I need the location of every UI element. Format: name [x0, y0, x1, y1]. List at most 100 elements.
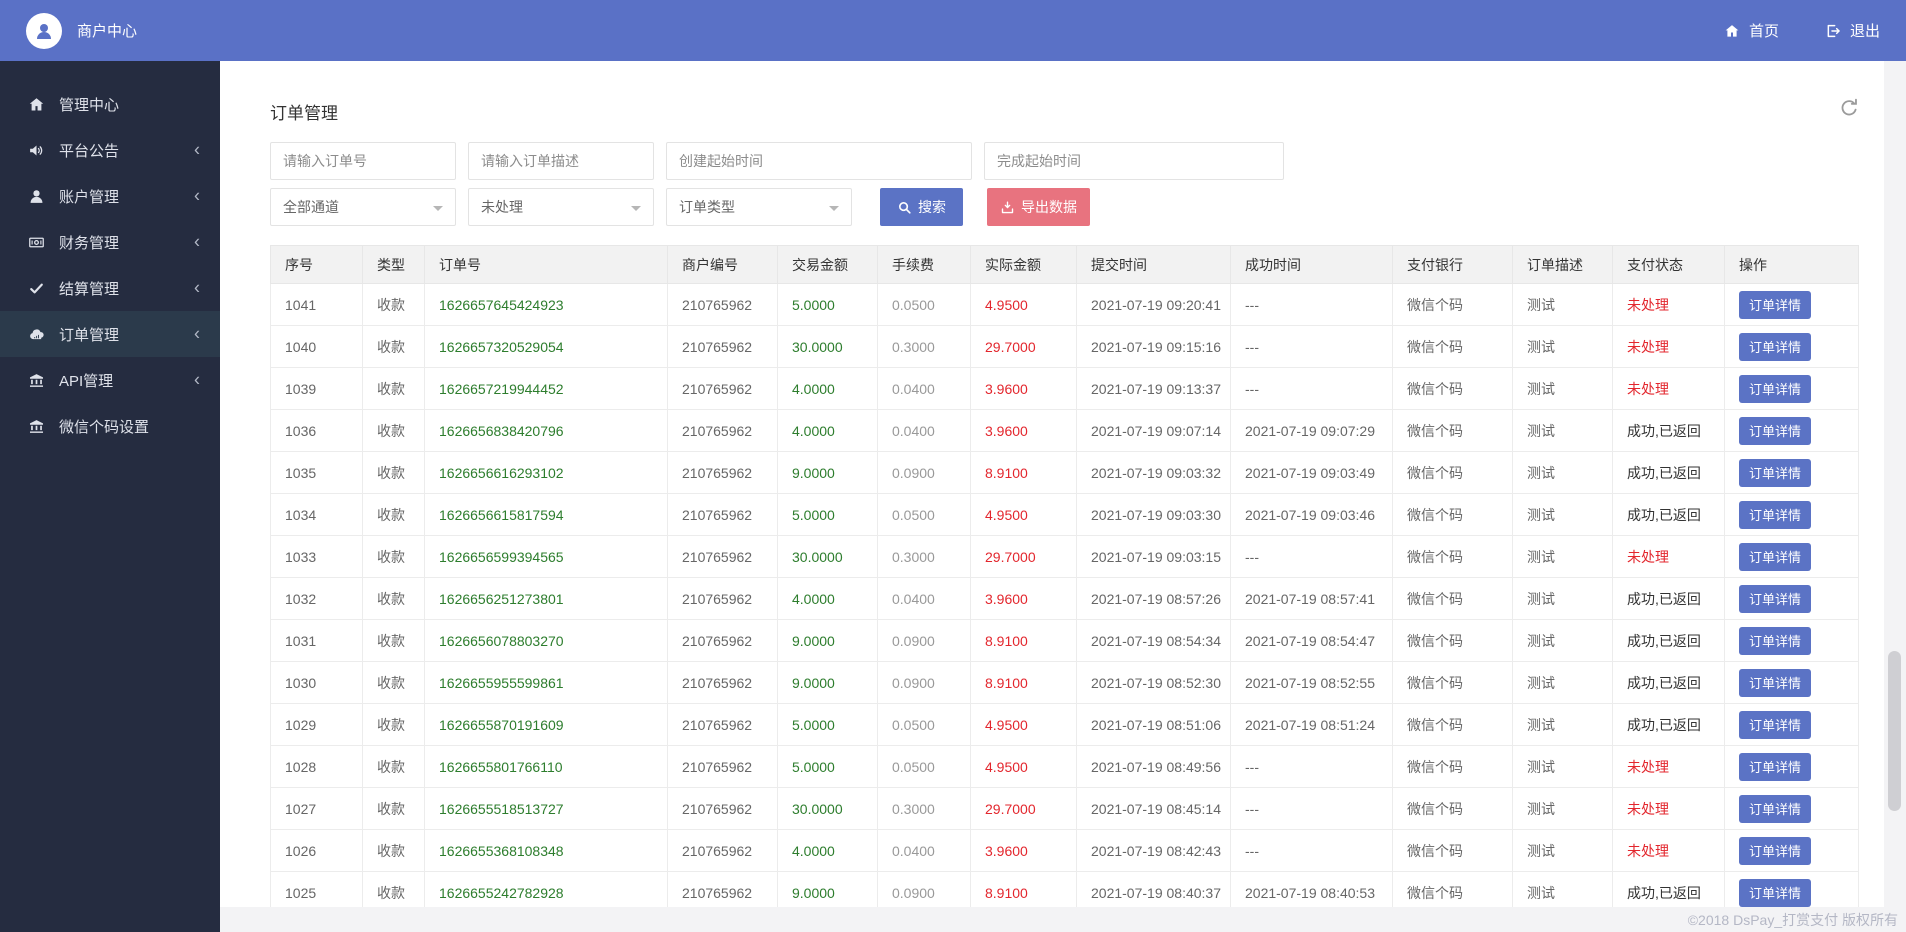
order-detail-button[interactable]: 订单详情: [1739, 290, 1811, 319]
export-data-button[interactable]: 导出数据: [987, 188, 1090, 226]
brand: 商户中心: [26, 12, 137, 49]
cell-order-no: 1626655368108348: [424, 829, 668, 872]
search-button-label: 搜索: [918, 199, 946, 215]
sidebar-item-admin-center[interactable]: 管理中心: [0, 81, 220, 127]
cell-index: 1027: [270, 787, 363, 830]
table-row: 1041 收款 1626657645424923 210765962 5.000…: [270, 283, 1859, 326]
cell-desc: 测试: [1512, 493, 1613, 536]
sidebar-item-settlement-management[interactable]: 结算管理 ‹: [0, 265, 220, 311]
order-type-select[interactable]: 订单类型: [666, 188, 852, 226]
create-time-input[interactable]: [666, 142, 972, 180]
order-detail-button[interactable]: 订单详情: [1739, 542, 1811, 571]
scrollbar-thumb[interactable]: [1888, 651, 1901, 811]
cell-status: 未处理: [1612, 829, 1725, 872]
cell-fee: 0.0400: [877, 577, 971, 620]
order-detail-button[interactable]: 订单详情: [1739, 836, 1811, 865]
cell-amount: 30.0000: [777, 325, 878, 368]
order-detail-button[interactable]: 订单详情: [1739, 794, 1811, 823]
status-select[interactable]: 未处理: [468, 188, 654, 226]
order-detail-button[interactable]: 订单详情: [1739, 416, 1811, 445]
sidebar-item-order-management[interactable]: 订单管理 ‹: [0, 311, 220, 357]
column-header: 实际金额: [970, 245, 1077, 284]
cell-status: 未处理: [1612, 367, 1725, 410]
cell-index: 1033: [270, 535, 363, 578]
cell-merchant-id: 210765962: [667, 283, 778, 326]
cell-success-time: ---: [1230, 535, 1393, 578]
cell-amount: 5.0000: [777, 493, 878, 536]
cell-index: 1040: [270, 325, 363, 368]
export-icon: [1000, 200, 1015, 215]
cell-bank: 微信个码: [1392, 703, 1513, 746]
cell-actual-amount: 8.9100: [970, 451, 1077, 494]
nav-home[interactable]: 首页: [1724, 20, 1779, 41]
cell-bank: 微信个码: [1392, 787, 1513, 830]
cell-order-no: 1626655870191609: [424, 703, 668, 746]
order-detail-button[interactable]: 订单详情: [1739, 626, 1811, 655]
cell-type: 收款: [362, 703, 425, 746]
nav-logout[interactable]: 退出: [1825, 20, 1880, 41]
cell-status: 成功,已返回: [1612, 703, 1725, 746]
order-detail-button[interactable]: 订单详情: [1739, 332, 1811, 361]
table-row: 1034 收款 1626656615817594 210765962 5.000…: [270, 493, 1859, 536]
sidebar-item-label: 微信个码设置: [59, 418, 150, 436]
cell-submit-time: 2021-07-19 09:03:15: [1076, 535, 1231, 578]
table-row: 1026 收款 1626655368108348 210765962 4.000…: [270, 829, 1859, 872]
finish-time-input[interactable]: [984, 142, 1284, 180]
cell-bank: 微信个码: [1392, 409, 1513, 452]
cell-amount: 9.0000: [777, 451, 878, 494]
cell-action: 订单详情: [1724, 829, 1859, 872]
order-detail-button[interactable]: 订单详情: [1739, 374, 1811, 403]
table-row: 1033 收款 1626656599394565 210765962 30.00…: [270, 535, 1859, 578]
search-icon: [897, 200, 912, 215]
cell-submit-time: 2021-07-19 09:13:37: [1076, 367, 1231, 410]
order-detail-button[interactable]: 订单详情: [1739, 458, 1811, 487]
cell-actual-amount: 4.9500: [970, 703, 1077, 746]
cell-type: 收款: [362, 787, 425, 830]
cell-desc: 测试: [1512, 367, 1613, 410]
table-row: 1040 收款 1626657320529054 210765962 30.00…: [270, 325, 1859, 368]
order-detail-button[interactable]: 订单详情: [1739, 500, 1811, 529]
refresh-icon[interactable]: [1838, 97, 1860, 119]
sidebar-item-api-management[interactable]: API管理 ‹: [0, 357, 220, 403]
order-detail-button[interactable]: 订单详情: [1739, 878, 1811, 907]
order-detail-button[interactable]: 订单详情: [1739, 584, 1811, 613]
sidebar-item-wechat-code-settings[interactable]: 微信个码设置: [0, 403, 220, 449]
cell-success-time: 2021-07-19 08:54:47: [1230, 619, 1393, 662]
cell-bank: 微信个码: [1392, 577, 1513, 620]
channel-select[interactable]: 全部通道: [270, 188, 456, 226]
sidebar-item-label: 结算管理: [59, 280, 120, 298]
order-detail-button[interactable]: 订单详情: [1739, 752, 1811, 781]
cell-actual-amount: 3.9600: [970, 367, 1077, 410]
order-no-input[interactable]: [270, 142, 456, 180]
order-detail-button[interactable]: 订单详情: [1739, 668, 1811, 697]
app-header: 商户中心 首页 退出: [0, 0, 1906, 61]
sidebar-item-platform-announcement[interactable]: 平台公告 ‹: [0, 127, 220, 173]
cell-actual-amount: 3.9600: [970, 409, 1077, 452]
cell-success-time: ---: [1230, 367, 1393, 410]
sidebar-item-label: 账户管理: [59, 188, 120, 206]
cell-desc: 测试: [1512, 829, 1613, 872]
cell-merchant-id: 210765962: [667, 535, 778, 578]
cell-order-no: 1626655801766110: [424, 745, 668, 788]
table-row: 1032 收款 1626656251273801 210765962 4.000…: [270, 577, 1859, 620]
search-button[interactable]: 搜索: [880, 188, 963, 226]
check-icon: [28, 280, 45, 297]
order-desc-input[interactable]: [468, 142, 654, 180]
cell-merchant-id: 210765962: [667, 409, 778, 452]
cell-amount: 4.0000: [777, 829, 878, 872]
order-detail-button[interactable]: 订单详情: [1739, 710, 1811, 739]
cell-amount: 9.0000: [777, 619, 878, 662]
cell-submit-time: 2021-07-19 09:15:16: [1076, 325, 1231, 368]
cell-submit-time: 2021-07-19 08:51:06: [1076, 703, 1231, 746]
cell-submit-time: 2021-07-19 08:45:14: [1076, 787, 1231, 830]
orders-table: 序号 类型 订单号 商户编号 交易金额 手续费 实际金额 提交时间 成功时间 支付银行 订单描述 支付…: [270, 245, 1859, 914]
cell-fee: 0.0400: [877, 409, 971, 452]
sidebar-item-finance-management[interactable]: 财务管理 ‹: [0, 219, 220, 265]
sidebar-item-account-management[interactable]: 账户管理 ‹: [0, 173, 220, 219]
status-select-value: 未处理: [481, 199, 523, 215]
cell-action: 订单详情: [1724, 619, 1859, 662]
cell-fee: 0.3000: [877, 325, 971, 368]
chevron-left-icon: ‹: [194, 323, 200, 344]
chevron-left-icon: ‹: [194, 185, 200, 206]
logout-icon: [1825, 23, 1841, 39]
